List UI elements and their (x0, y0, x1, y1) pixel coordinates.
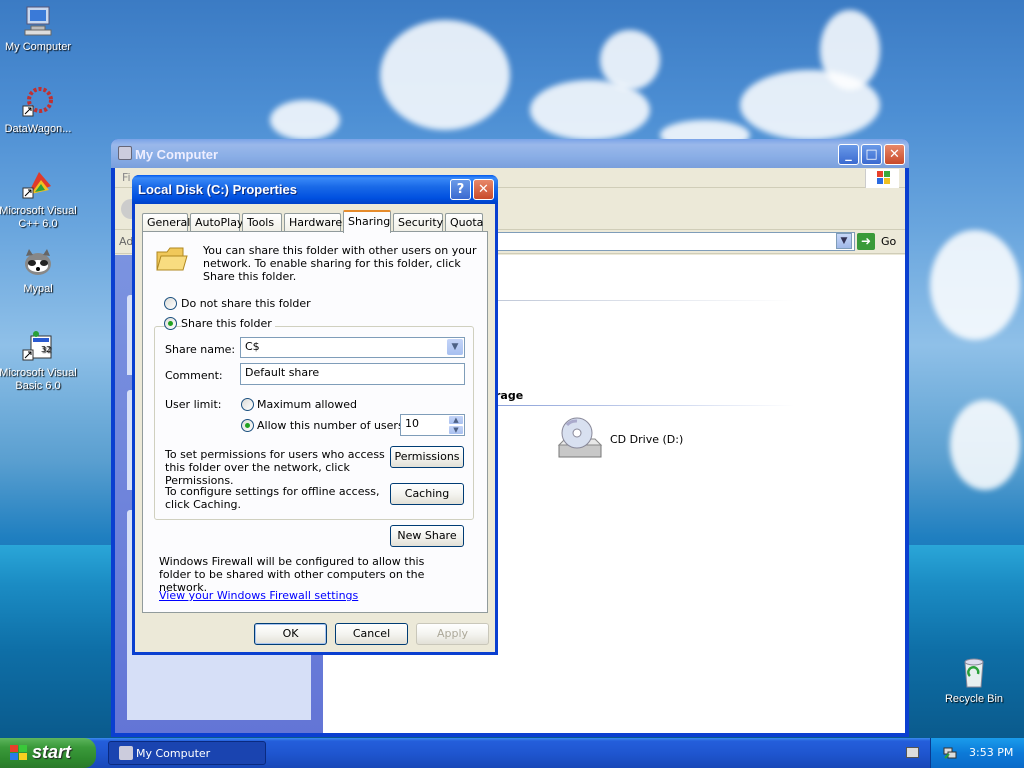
share-name-value: C$ (245, 340, 260, 353)
do-not-share-radio[interactable] (164, 297, 177, 310)
clock: 3:53 PM (969, 746, 1014, 759)
firewall-settings-link[interactable]: View your Windows Firewall settings (159, 589, 358, 602)
tab-hardware[interactable]: Hardware (284, 213, 342, 232)
desktop-icon-label: Recycle Bin (944, 693, 1004, 705)
ok-button[interactable]: OK (254, 623, 327, 645)
dialog-title: Local Disk (C:) Properties (138, 182, 297, 197)
chevron-down-icon[interactable]: ▼ (447, 339, 463, 355)
sharing-panel: You can share this folder with other use… (142, 231, 488, 613)
computer-icon (119, 746, 133, 760)
apply-button[interactable]: Apply (416, 623, 489, 645)
desktop-icon-label: Microsoft Visual C++ 6.0 (0, 205, 77, 230)
allow-users-radio[interactable] (241, 419, 254, 432)
user-count-spinner[interactable]: ▲ ▼ (448, 415, 464, 435)
mypal-icon (21, 246, 55, 280)
desktop-icon-vcpp[interactable]: Microsoft Visual C++ 6.0 (0, 168, 78, 231)
computer-icon (21, 4, 55, 38)
tab-autoplay[interactable]: AutoPlay (190, 213, 243, 232)
shared-folder-icon (155, 244, 189, 274)
taskbar: start My Computer 3:53 PM (0, 738, 1024, 768)
caching-text: To configure settings for offline access… (165, 485, 380, 511)
comment-label: Comment: (165, 369, 223, 382)
user-count-value: 10 (405, 417, 419, 430)
maximum-allowed-label[interactable]: Maximum allowed (257, 398, 357, 411)
dialog-titlebar[interactable]: Local Disk (C:) Properties ? ✕ (132, 175, 498, 204)
spin-down-icon[interactable]: ▼ (448, 425, 464, 435)
properties-dialog: Local Disk (C:) Properties ? ✕ General A… (132, 175, 498, 655)
desktop-icon-mypal[interactable]: Mypal (0, 246, 78, 296)
share-name-combo[interactable]: C$ ▼ (240, 337, 465, 358)
recycle-bin-icon (957, 656, 991, 690)
window-title: My Computer (135, 147, 219, 162)
window-computer-icon (118, 146, 132, 160)
desktop-icon-my-computer[interactable]: My Computer (0, 4, 78, 54)
group-heading: rage (495, 389, 524, 402)
vcpp-icon (21, 168, 55, 202)
caching-button[interactable]: Caching (390, 483, 464, 505)
go-button[interactable]: ➜ Go (857, 232, 901, 251)
tab-quota[interactable]: Quota (445, 213, 483, 232)
start-label: start (32, 742, 72, 762)
comment-value: Default share (245, 366, 320, 379)
start-button[interactable]: start (0, 738, 96, 768)
desktop-icon-datawagon[interactable]: DataWagon... (0, 86, 78, 136)
user-limit-label: User limit: (165, 398, 222, 411)
svg-text:32: 32 (41, 345, 51, 354)
desktop-icon-label: DataWagon... (4, 123, 72, 135)
system-tray: 3:53 PM (930, 738, 1024, 768)
windows-flag-icon (10, 745, 27, 761)
share-folder-label[interactable]: Share this folder (181, 317, 275, 330)
new-share-button[interactable]: New Share (390, 525, 464, 547)
spin-up-icon[interactable]: ▲ (448, 415, 464, 425)
desktop-icon-vb[interactable]: 32 Microsoft Visual Basic 6.0 (0, 330, 78, 393)
tab-general[interactable]: General (142, 213, 190, 232)
maximum-allowed-radio[interactable] (241, 398, 254, 411)
group-divider (495, 300, 795, 301)
minimize-button[interactable]: _ (838, 144, 859, 165)
network-icon[interactable] (943, 746, 957, 760)
cancel-button[interactable]: Cancel (335, 623, 408, 645)
cd-drive-icon[interactable] (555, 415, 605, 463)
go-label: Go (881, 235, 897, 248)
share-folder-radio[interactable] (164, 317, 177, 330)
allow-users-label[interactable]: Allow this number of users: (257, 419, 407, 432)
permissions-text: To set permissions for users who access … (165, 448, 385, 487)
comment-input[interactable]: Default share (240, 363, 465, 385)
taskbar-item-label: My Computer (136, 747, 211, 760)
share-name-label: Share name: (165, 343, 236, 356)
tab-tools[interactable]: Tools (242, 213, 282, 232)
tab-sharing[interactable]: Sharing (343, 210, 391, 233)
vb-icon: 32 (21, 330, 55, 364)
help-button[interactable]: ? (450, 179, 471, 200)
chevron-down-icon[interactable]: ▼ (836, 233, 852, 249)
group-divider (495, 405, 795, 406)
window-titlebar[interactable]: My Computer _ □ ✕ (111, 139, 909, 168)
dialog-close-button[interactable]: ✕ (473, 179, 494, 200)
close-button[interactable]: ✕ (884, 144, 905, 165)
menu-file[interactable]: Fi (122, 171, 131, 184)
desktop-icon-label: Mypal (23, 283, 53, 295)
desktop-icon-recycle-bin[interactable]: Recycle Bin (934, 656, 1014, 706)
keyboard-icon[interactable] (906, 747, 919, 758)
cd-drive-label[interactable]: CD Drive (D:) (610, 433, 683, 446)
tab-security[interactable]: Security (393, 213, 443, 232)
desktop-icon-label: Microsoft Visual Basic 6.0 (0, 367, 77, 392)
go-arrow-icon: ➜ (857, 233, 875, 250)
sharing-intro-text: You can share this folder with other use… (203, 244, 477, 283)
desktop-icon-label: My Computer (4, 41, 72, 53)
datawagon-icon (21, 86, 55, 120)
taskbar-item-my-computer[interactable]: My Computer (108, 741, 266, 765)
do-not-share-label[interactable]: Do not share this folder (181, 297, 311, 310)
maximize-button[interactable]: □ (861, 144, 882, 165)
permissions-button[interactable]: Permissions (390, 446, 464, 468)
windows-logo-icon (865, 169, 899, 188)
